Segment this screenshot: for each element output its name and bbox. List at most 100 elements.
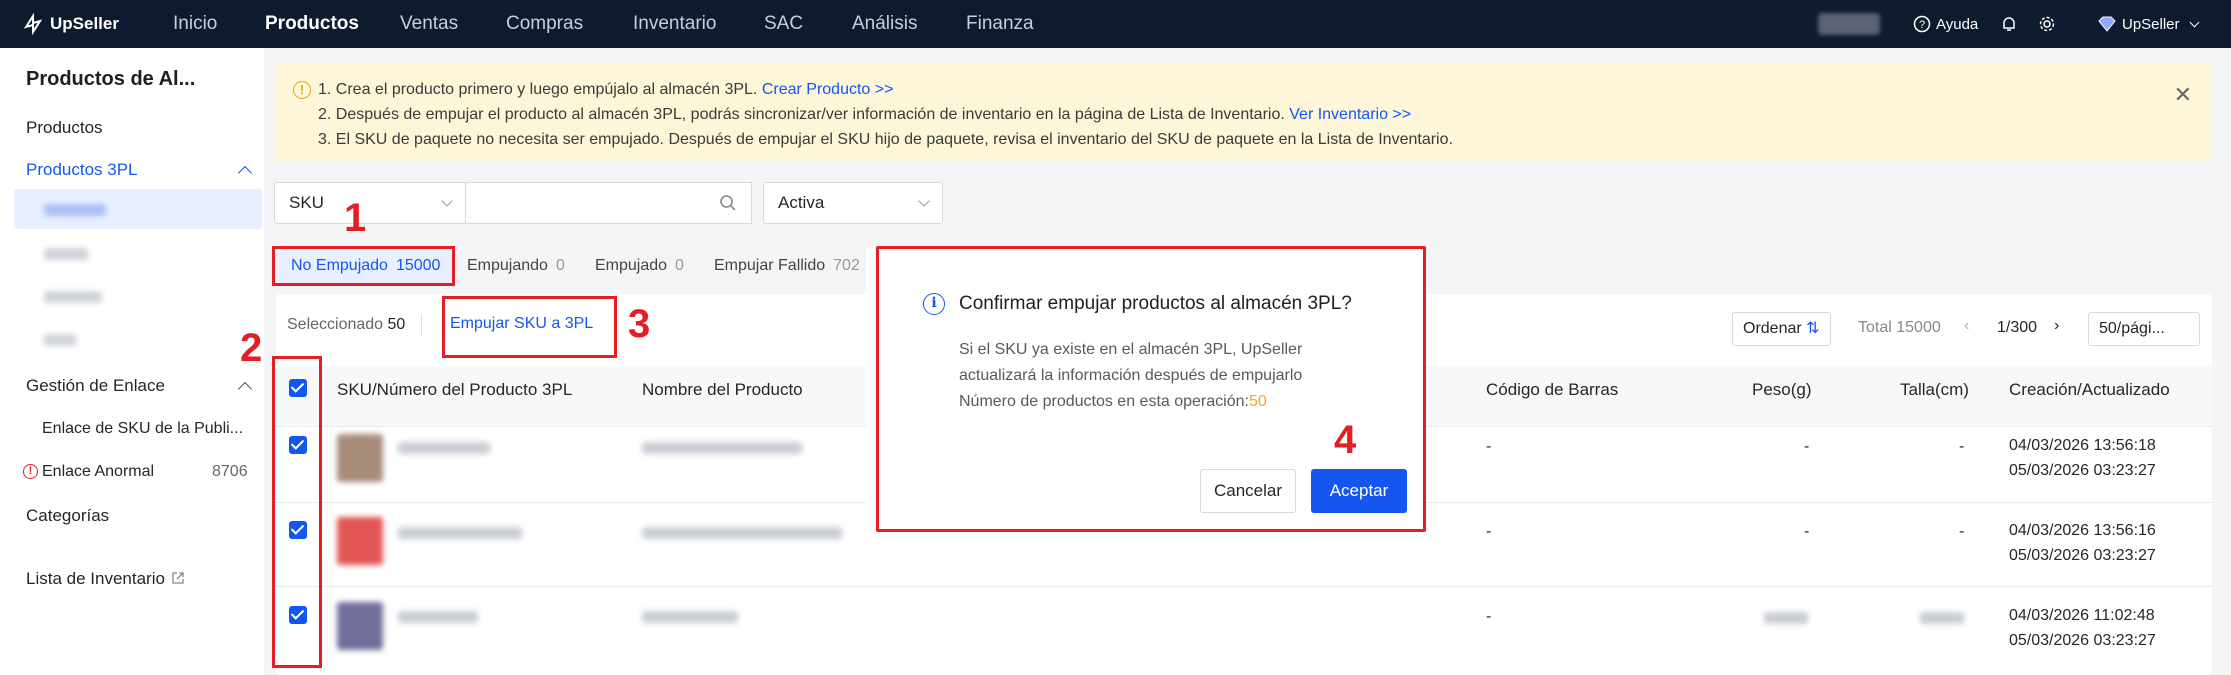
sidebar-sub-blurred[interactable]	[44, 334, 76, 346]
dialog-body-2: actualizará la información después de em…	[959, 367, 1303, 384]
barcode-cell: -	[1486, 438, 1492, 455]
name-blurred	[642, 527, 842, 539]
sidebar-item-categorias[interactable]: Categorías	[26, 506, 109, 526]
annotation-box-tab	[272, 246, 455, 286]
product-image	[337, 602, 383, 650]
sidebar-sub-blurred[interactable]	[44, 248, 88, 260]
user-menu[interactable]: UpSeller	[2097, 0, 2199, 48]
col-codigo-barras: Código de Barras	[1486, 380, 1619, 399]
nav-inicio[interactable]: Inicio	[173, 0, 217, 48]
selected-label: Seleccionado	[287, 316, 384, 333]
svg-text:?: ?	[1919, 19, 1925, 31]
upseller-logo-icon	[23, 13, 43, 35]
tab-empujado[interactable]: Empujado 0	[595, 248, 684, 284]
status-select[interactable]: Activa	[763, 182, 943, 224]
status-select-value: Activa	[778, 193, 825, 212]
chevron-down-icon	[441, 195, 453, 207]
col-creacion: Creación/Actualizado	[2009, 380, 2170, 399]
annotation-number-4: 4	[1334, 418, 1357, 462]
search-input[interactable]	[465, 182, 752, 224]
chevron-up-icon[interactable]	[237, 381, 253, 397]
dialog-body-1: Si el SKU ya existe en el almacén 3PL, U…	[959, 341, 1303, 358]
nav-compras[interactable]: Compras	[506, 0, 583, 48]
nav-inventario[interactable]: Inventario	[633, 0, 716, 48]
sidebar-item-gestion[interactable]: Gestión de Enlace	[26, 376, 165, 396]
chevron-up-icon[interactable]	[237, 165, 253, 181]
sidebar-sub-blurred[interactable]	[44, 291, 102, 303]
cancel-button[interactable]: Cancelar	[1200, 469, 1296, 513]
banner-text-1: 1. Crea el producto primero y luego empú…	[318, 81, 758, 98]
size-cell: -	[1959, 438, 1965, 455]
updated-cell: 05/03/2026 03:23:27	[2009, 632, 2156, 649]
sort-label: Ordenar	[1743, 320, 1802, 337]
dialog-count-label: Número de productos en esta operación:	[959, 393, 1249, 410]
annotation-box-push	[442, 296, 617, 358]
sidebar-title: Productos de Al...	[26, 68, 196, 90]
tab-empujar-fallido[interactable]: Empujar Fallido 702	[714, 248, 860, 284]
page-size-value: 50/pági...	[2099, 320, 2165, 337]
tab-label: Empujado	[595, 257, 668, 274]
created-cell: 04/03/2026 11:02:48	[2009, 607, 2155, 624]
account-blurred	[1818, 13, 1880, 35]
sidebar-item-enlace-anormal[interactable]: Enlace Anormal	[42, 463, 154, 481]
warning-icon: !	[293, 81, 311, 99]
alert-icon: !	[23, 464, 38, 479]
size-blurred	[1920, 612, 1964, 624]
sidebar-item-productos-3pl[interactable]: Productos 3PL	[26, 160, 138, 180]
sidebar-item-lista-inventario[interactable]: Lista de Inventario	[26, 569, 165, 589]
view-inventory-link[interactable]: Ver Inventario >>	[1289, 106, 1411, 123]
sidebar-sub-blurred[interactable]	[44, 204, 106, 216]
bell-icon[interactable]	[2000, 0, 2018, 48]
banner-text-2: 2. Después de empujar el producto al alm…	[318, 106, 1285, 123]
chevron-down-icon	[918, 195, 930, 207]
prev-page-icon[interactable]: ‹	[1964, 317, 1969, 335]
nav-finanza[interactable]: Finanza	[966, 0, 1034, 48]
create-product-link[interactable]: Crear Producto >>	[762, 81, 894, 98]
weight-cell: -	[1804, 523, 1810, 540]
tab-empujando[interactable]: Empujando 0	[467, 248, 565, 284]
page-indicator: 1/300	[1997, 319, 2038, 336]
product-image	[337, 434, 383, 482]
nav-analisis[interactable]: Análisis	[852, 0, 917, 48]
barcode-cell: -	[1486, 608, 1492, 625]
weight-cell: -	[1804, 438, 1810, 455]
diamond-icon	[2098, 16, 2116, 32]
dialog-body-3: Número de productos en esta operación:50	[959, 393, 1267, 411]
divider	[421, 314, 422, 336]
gear-icon[interactable]	[2038, 0, 2056, 48]
close-icon[interactable]: ✕	[2174, 82, 2192, 108]
annotation-box-checkboxes	[272, 356, 322, 668]
field-select[interactable]: SKU	[274, 182, 466, 224]
accept-button[interactable]: Aceptar	[1311, 469, 1407, 513]
sku-blurred	[398, 611, 478, 623]
search-icon[interactable]	[719, 194, 737, 212]
sidebar-item-productos[interactable]: Productos	[26, 118, 103, 138]
sidebar-item-enlace-sku[interactable]: Enlace de SKU de la Publi...	[42, 420, 243, 438]
tab-label: Empujando	[467, 257, 548, 274]
help-link[interactable]: ? Ayuda	[1913, 0, 1978, 48]
banner-line-2: 2. Después de empujar el producto al alm…	[318, 106, 1411, 124]
dialog-count: 50	[1248, 393, 1267, 410]
page-size-select[interactable]: 50/pági...	[2088, 312, 2200, 346]
nav-sac[interactable]: SAC	[764, 0, 803, 48]
nav-productos[interactable]: Productos	[265, 0, 359, 48]
banner-line-1: 1. Crea el producto primero y luego empú…	[318, 81, 893, 99]
dialog-title: Confirmar empujar productos al almacén 3…	[959, 293, 1352, 314]
next-page-icon[interactable]: ›	[2054, 317, 2059, 335]
help-label: Ayuda	[1936, 15, 1979, 33]
annotation-number-2: 2	[240, 326, 263, 370]
size-cell: -	[1959, 523, 1965, 540]
top-nav: UpSeller Inicio Productos Ventas Compras…	[0, 0, 2231, 48]
selected-number: 50	[387, 316, 406, 333]
row-divider	[276, 586, 2212, 587]
sku-blurred	[398, 527, 522, 539]
nav-ventas[interactable]: Ventas	[400, 0, 458, 48]
updated-cell: 05/03/2026 03:23:27	[2009, 547, 2156, 564]
sort-button[interactable]: Ordenar ⇅	[1732, 312, 1831, 346]
col-nombre: Nombre del Producto	[642, 380, 803, 399]
info-icon: i	[923, 293, 945, 315]
created-cell: 04/03/2026 13:56:18	[2009, 437, 2156, 454]
logo[interactable]: UpSeller	[22, 0, 119, 48]
banner-line-3: 3. El SKU de paquete no necesita ser emp…	[318, 131, 1453, 148]
total-count: Total 15000	[1858, 319, 1941, 336]
